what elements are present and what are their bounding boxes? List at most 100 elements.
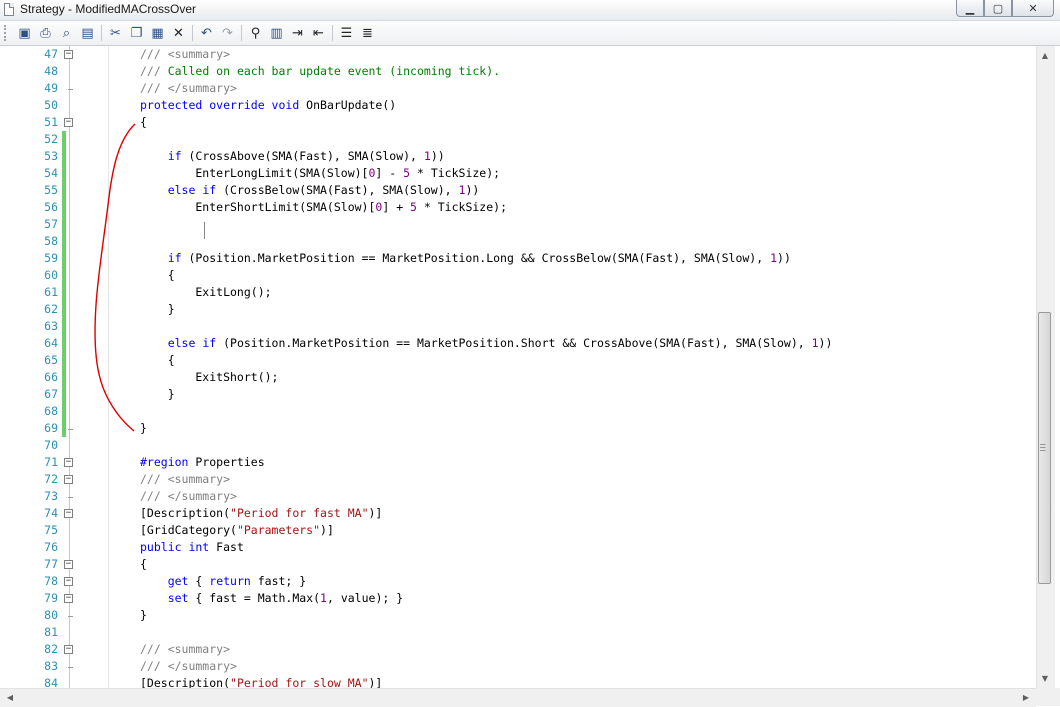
code-line[interactable]: 69}: [0, 420, 1036, 437]
print-preview-icon[interactable]: ⌕: [56, 23, 77, 43]
find-icon[interactable]: ⚲: [245, 23, 266, 43]
uncomment-icon[interactable]: ≣: [357, 23, 378, 43]
code-token: )): [430, 149, 445, 163]
fold-toggle-icon[interactable]: −: [64, 475, 73, 484]
code-token: 1: [811, 336, 819, 350]
code-text: else if (Position.MarketPosition == Mark…: [140, 336, 833, 350]
code-text: /// </summary>: [140, 659, 237, 673]
line-number: 75: [44, 523, 58, 537]
fold-toggle-icon[interactable]: −: [64, 577, 73, 586]
fold-toggle-icon[interactable]: −: [64, 118, 73, 127]
code-line[interactable]: 70: [0, 437, 1036, 454]
code-line[interactable]: 77 {: [0, 556, 1036, 573]
delete-icon[interactable]: ✕: [168, 23, 189, 43]
indent-icon[interactable]: ⇥: [287, 23, 308, 43]
horizontal-scrollbar[interactable]: [0, 688, 1036, 707]
cut-icon[interactable]: ✂: [105, 23, 126, 43]
fold-end-marker: [68, 667, 73, 668]
code-line[interactable]: 76 public int Fast: [0, 539, 1036, 556]
line-number: 81: [44, 625, 58, 639]
code-line[interactable]: 60 {: [0, 267, 1036, 284]
code-line[interactable]: 74 [Description("Period for fast MA")]: [0, 505, 1036, 522]
code-editor[interactable]: 47 /// <summary> 48 /// Called on each bar …: [0, 46, 1036, 688]
code-line[interactable]: 59 if (Position.MarketPosition == Market…: [0, 250, 1036, 267]
line-number: 83: [44, 659, 58, 673]
code-token: { fast = Math.Max(: [188, 591, 321, 605]
code-token: Called on each bar update event (incomin…: [167, 64, 501, 78]
code-line[interactable]: 57: [0, 216, 1036, 233]
code-line[interactable]: 64 else if (Position.MarketPosition == M…: [0, 335, 1036, 352]
scroll-down-arrow[interactable]: ▼: [1036, 670, 1054, 687]
code-line[interactable]: 72 /// <summary>: [0, 471, 1036, 488]
code-token: ] -: [375, 166, 404, 180]
code-line[interactable]: 75 [GridCategory("Parameters")]: [0, 522, 1036, 539]
toolbar: ▣ ⎙ ⌕ ▤ ✂ ❐ ▦ ✕ ↶ ↷ ⚲ ▥ ⇥ ⇤ ☰ ≣: [0, 21, 1060, 46]
paste-icon[interactable]: ▦: [147, 23, 168, 43]
code-line[interactable]: 54 EnterLongLimit(SMA(Slow)[0] - 5 * Tic…: [0, 165, 1036, 182]
maximize-button[interactable]: ▢: [984, 0, 1012, 17]
fold-end-marker: [68, 497, 73, 498]
code-token: * TickSize);: [416, 200, 507, 214]
code-token: [Description(: [140, 676, 231, 688]
code-token: {: [188, 574, 210, 588]
code-line[interactable]: 63: [0, 318, 1036, 335]
code-line[interactable]: 83 /// </summary>: [0, 658, 1036, 675]
code-line[interactable]: 49 /// </summary>: [0, 80, 1036, 97]
code-line[interactable]: 47 /// <summary>: [0, 46, 1036, 63]
copy-icon[interactable]: ❐: [126, 23, 147, 43]
undo-icon[interactable]: ↶: [196, 23, 217, 43]
comment-icon[interactable]: ☰: [336, 23, 357, 43]
code-token: /// <summary>: [140, 47, 231, 61]
toolbar-grip[interactable]: [4, 25, 9, 41]
line-number: 76: [44, 540, 58, 554]
line-number: 50: [44, 98, 58, 112]
code-line[interactable]: 51 {: [0, 114, 1036, 131]
code-line[interactable]: 52: [0, 131, 1036, 148]
code-line[interactable]: 68: [0, 403, 1036, 420]
code-token: }: [140, 387, 175, 401]
code-line[interactable]: 71 #region Properties: [0, 454, 1036, 471]
code-line[interactable]: 78 get { return fast; }: [0, 573, 1036, 590]
fold-toggle-icon[interactable]: −: [64, 509, 73, 518]
code-line[interactable]: 62 }: [0, 301, 1036, 318]
code-line[interactable]: 73 /// </summary>: [0, 488, 1036, 505]
code-line[interactable]: 53 if (CrossAbove(SMA(Fast), SMA(Slow), …: [0, 148, 1036, 165]
code-line[interactable]: 82 /// <summary>: [0, 641, 1036, 658]
fold-toggle-icon[interactable]: −: [64, 50, 73, 59]
code-line[interactable]: 79 set { fast = Math.Max(1, value); }: [0, 590, 1036, 607]
print-icon[interactable]: ⎙: [35, 23, 56, 43]
code-line[interactable]: 84 [Description("Period for slow MA")]: [0, 675, 1036, 688]
open-icon[interactable]: ▤: [77, 23, 98, 43]
scroll-right-arrow[interactable]: ▶: [1018, 689, 1034, 705]
code-line[interactable]: 55 else if (CrossBelow(SMA(Fast), SMA(Sl…: [0, 182, 1036, 199]
fold-toggle-icon[interactable]: −: [64, 594, 73, 603]
fold-end-marker: [68, 89, 73, 90]
code-line[interactable]: 80}: [0, 607, 1036, 624]
code-token: {: [140, 557, 147, 571]
code-line[interactable]: 65 {: [0, 352, 1036, 369]
fold-toggle-icon[interactable]: −: [64, 645, 73, 654]
outdent-icon[interactable]: ⇤: [308, 23, 329, 43]
scroll-left-arrow[interactable]: ◀: [2, 689, 18, 705]
save-icon[interactable]: ▣: [14, 23, 35, 43]
replace-icon[interactable]: ▥: [266, 23, 287, 43]
code-line[interactable]: 58: [0, 233, 1036, 250]
code-line[interactable]: 81: [0, 624, 1036, 641]
toolbar-separator: [332, 25, 333, 41]
code-line[interactable]: 48 /// Called on each bar update event (i…: [0, 63, 1036, 80]
minimize-button[interactable]: ▁: [956, 0, 984, 17]
fold-toggle-icon[interactable]: −: [64, 560, 73, 569]
redo-icon[interactable]: ↷: [217, 23, 238, 43]
code-token: , value); }: [326, 591, 404, 605]
code-text: if (Position.MarketPosition == MarketPos…: [140, 251, 791, 265]
scroll-up-arrow[interactable]: ▲: [1036, 47, 1054, 64]
fold-toggle-icon[interactable]: −: [64, 458, 73, 467]
code-text: }: [140, 387, 175, 401]
close-button[interactable]: ✕: [1012, 0, 1054, 17]
code-line[interactable]: 50 protected override void OnBarUpdate(): [0, 97, 1036, 114]
code-line[interactable]: 66 ExitShort();: [0, 369, 1036, 386]
code-line[interactable]: 67 }: [0, 386, 1036, 403]
code-line[interactable]: 56 EnterShortLimit(SMA(Slow)[0] + 5 * Ti…: [0, 199, 1036, 216]
code-text: {: [140, 353, 175, 367]
code-line[interactable]: 61 ExitLong();: [0, 284, 1036, 301]
